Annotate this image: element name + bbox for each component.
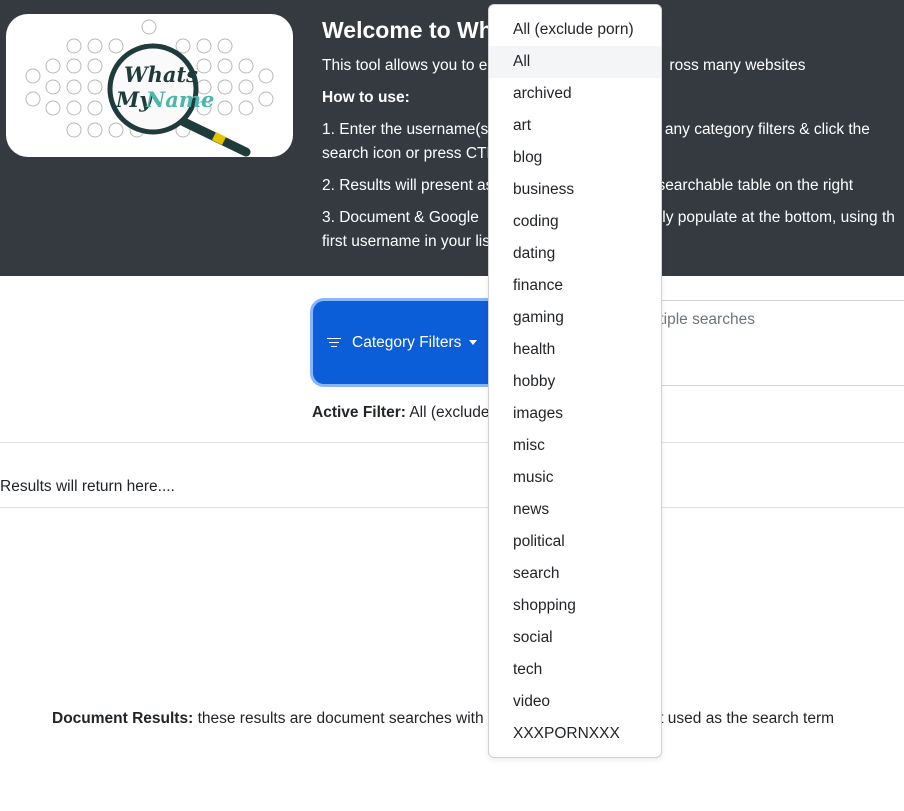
dropdown-item-misc[interactable]: misc — [489, 430, 661, 462]
category-filter-dropdown[interactable]: All (exclude porn) All archived art blog busi… — [488, 4, 662, 758]
title-text: Welcome to Wh — [322, 17, 493, 43]
dropdown-item-gaming[interactable]: gaming — [489, 302, 661, 334]
divider — [0, 442, 904, 443]
dropdown-item-news[interactable]: news — [489, 494, 661, 526]
step-1-head: 1. Enter the username(s — [322, 121, 489, 138]
dropdown-item-business[interactable]: business — [489, 174, 661, 206]
dropdown-item-archived[interactable]: archived — [489, 78, 661, 110]
active-filter-value: All (exclude — [409, 404, 490, 421]
category-filters-button[interactable]: Category Filters — [310, 298, 510, 387]
category-filters-label: Category Filters — [352, 333, 462, 351]
step-1-line2: search icon or press CTR — [322, 145, 498, 162]
dropdown-item-video[interactable]: video — [489, 686, 661, 718]
dropdown-item-art[interactable]: art — [489, 110, 661, 142]
intro-tail: ross many websites — [669, 57, 806, 74]
step-1-tail: t any category filters & click the — [656, 121, 870, 138]
dropdown-item-social[interactable]: social — [489, 622, 661, 654]
active-filter: Active Filter: All (exclude — [312, 404, 489, 422]
logo-graphic: Whats My Name — [25, 19, 274, 157]
dropdown-item-shopping[interactable]: shopping — [489, 590, 661, 622]
dropdown-item-political[interactable]: political — [489, 526, 661, 558]
dropdown-item-health[interactable]: health — [489, 334, 661, 366]
dropdown-item-dating[interactable]: dating — [489, 238, 661, 270]
logo-text-whats: Whats — [124, 62, 198, 87]
dropdown-item-blog[interactable]: blog — [489, 142, 661, 174]
active-filter-label: Active Filter: — [312, 404, 406, 421]
dropdown-item-all-exclude-porn[interactable]: All (exclude porn) — [489, 14, 661, 46]
results-placeholder: Results will return here.... — [0, 478, 175, 495]
document-results-text: these results are document searches with — [197, 710, 484, 727]
logo-text-name: Name — [145, 87, 214, 112]
document-results-label: Document Results: — [52, 710, 194, 727]
step-3-head: 3. Document & Google — [322, 209, 479, 226]
caret-down-icon — [469, 340, 478, 345]
whatsmyname-logo: Whats My Name — [6, 14, 293, 157]
step-3-line2: first username in your lis — [322, 233, 490, 250]
step-2-tail: searchable table on the right — [657, 177, 854, 194]
dropdown-item-hobby[interactable]: hobby — [489, 366, 661, 398]
document-results: Document Results: these results are docu… — [52, 710, 834, 728]
dropdown-item-xxxpornxxx[interactable]: XXXPORNXXX — [489, 718, 661, 750]
dropdown-item-coding[interactable]: coding — [489, 206, 661, 238]
dropdown-item-music[interactable]: music — [489, 462, 661, 494]
dropdown-item-images[interactable]: images — [489, 398, 661, 430]
step-3-tail: lly populate at the bottom, using th — [658, 209, 895, 226]
dropdown-item-finance[interactable]: finance — [489, 270, 661, 302]
intro-head: This tool allows you to e — [322, 57, 488, 74]
divider — [0, 507, 904, 508]
filter-icon — [327, 337, 343, 349]
step-2-head: 2. Results will present as — [322, 177, 494, 194]
dropdown-item-search[interactable]: search — [489, 558, 661, 590]
dropdown-item-all[interactable]: All — [489, 46, 661, 78]
dropdown-item-tech[interactable]: tech — [489, 654, 661, 686]
hero-banner: Whats My Name Welcome to Wh This tool al… — [0, 0, 904, 276]
